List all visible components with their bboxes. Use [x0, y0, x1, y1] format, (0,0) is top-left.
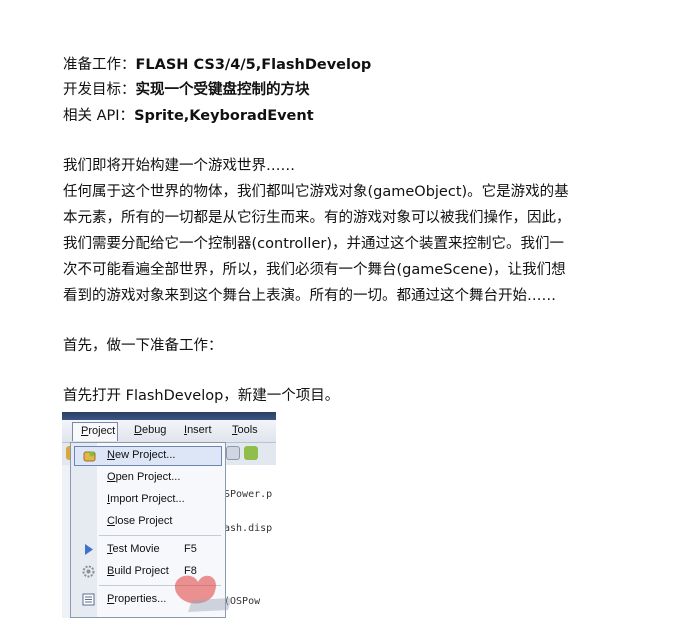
window-title-bar	[62, 412, 276, 420]
prep-label: 准备工作：	[63, 57, 136, 73]
menu-item-new-project[interactable]: New Project...	[74, 446, 222, 466]
api-line: 相关 API：Sprite,KeyboradEvent	[63, 106, 314, 126]
menu-tools[interactable]: Tools	[232, 424, 258, 436]
new-project-icon	[83, 451, 96, 462]
menu-debug[interactable]: Debug	[134, 424, 166, 436]
menu-item-close-project[interactable]: Close Project	[74, 512, 222, 532]
intro-line: 我们即将开始构建一个游戏世界……	[63, 158, 295, 174]
prep-value: FLASH CS3/4/5,FlashDevelop	[135, 57, 372, 73]
menu-separator	[99, 535, 221, 536]
build-icon[interactable]	[244, 446, 258, 460]
watermark-logo	[174, 575, 232, 612]
goal-line: 开发目标：实现一个受键盘控制的方块	[63, 80, 310, 100]
properties-icon	[82, 593, 95, 606]
api-value: Sprite,KeyboradEvent	[134, 108, 314, 124]
menu-item-test-movie[interactable]: Test Movie F5	[74, 540, 222, 560]
intro-line: 我们需要分配给它一个控制器(controller)，并通过这个装置来控制它。我们…	[63, 236, 564, 252]
menu-item-import-project[interactable]: Import Project...	[74, 490, 222, 510]
goal-value: 实现一个受键盘控制的方块	[135, 82, 310, 98]
api-label: 相关 API：	[63, 108, 135, 124]
editor-line: ash.disp	[224, 523, 273, 534]
first-prep-text: 首先，做一下准备工作：	[63, 338, 223, 354]
menu-project[interactable]: Project	[72, 422, 118, 441]
editor-line: SPower.p	[224, 489, 273, 500]
menu-item-open-project[interactable]: Open Project...	[74, 468, 222, 488]
play-icon	[85, 544, 93, 555]
open-flashdevelop-text: 首先打开 FlashDevelop，新建一个项目。	[63, 388, 340, 404]
test-movie-shortcut: F5	[184, 543, 197, 555]
intro-line: 看到的游戏对象来到这个舞台上表演。所有的一切。都通过这个舞台开始……	[63, 288, 556, 304]
intro-line: 本元素，所有的一切都是从它衍生而来。有的游戏对象可以被我们操作，因此，	[63, 210, 571, 226]
intro-paragraph: 我们即将开始构建一个游戏世界…… 任何属于这个世界的物体，我们都叫它游戏对象(g…	[63, 153, 643, 309]
save-icon[interactable]	[226, 446, 240, 460]
prep-line: 准备工作：FLASH CS3/4/5,FlashDevelop	[63, 55, 371, 75]
menu-bar: Project Debug Insert Tools	[62, 420, 276, 443]
intro-line: 次不可能看遍全部世界，所以，我们必须有一个舞台(gameScene)，让我们想	[63, 262, 566, 278]
flashdevelop-screenshot: Project Debug Insert Tools SPower.p ash.…	[62, 412, 276, 618]
intro-line: 任何属于这个世界的物体，我们都叫它游戏对象(gameObject)。它是游戏的基	[63, 184, 569, 200]
goal-label: 开发目标：	[63, 82, 136, 98]
menu-insert[interactable]: Insert	[184, 424, 212, 436]
gear-icon	[82, 565, 95, 578]
